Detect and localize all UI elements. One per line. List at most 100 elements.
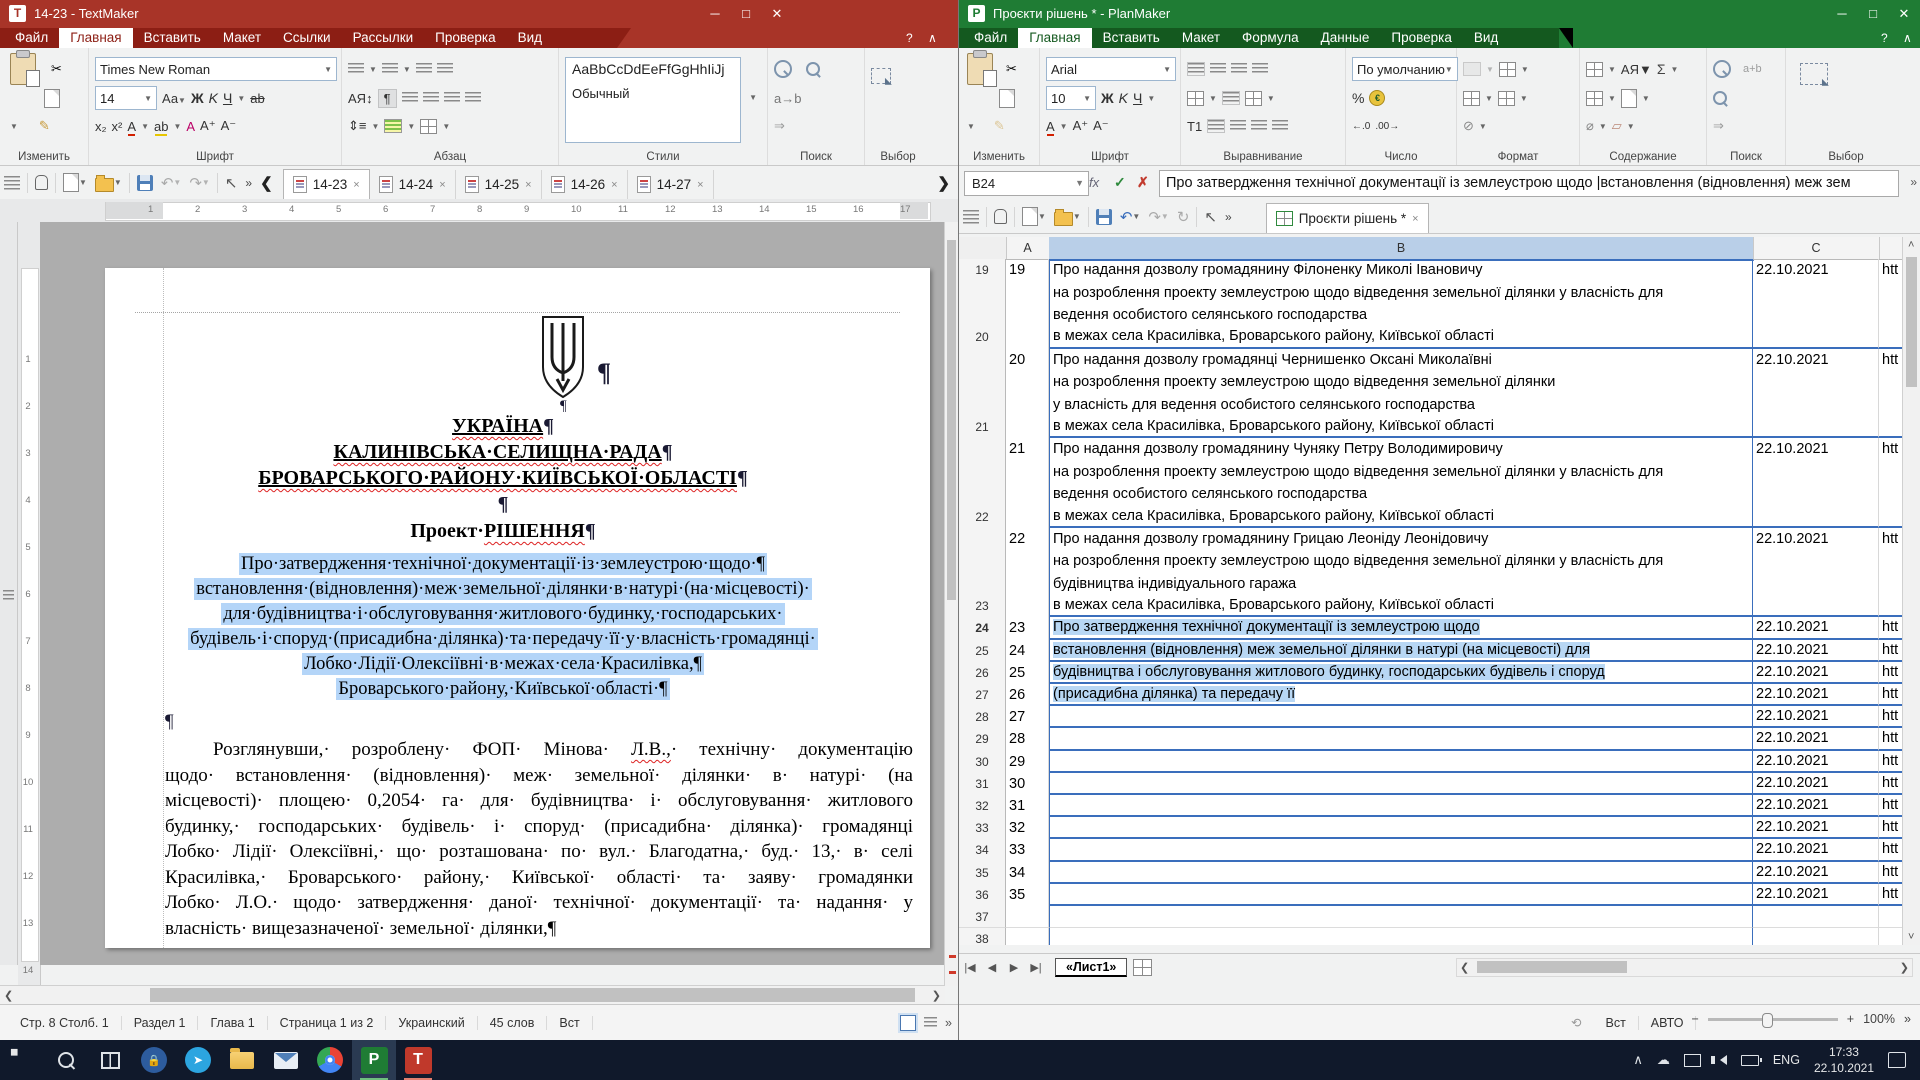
spreadsheet-grid[interactable]: A B C 1919Про надання дозволу громадянин… — [959, 237, 1903, 945]
menu-Файл[interactable]: Файл — [4, 28, 59, 48]
document-page[interactable]: ¶ ¶ УКРАЇНА¶КАЛИНІВСЬКА·СЕЛИЩНА·РАДА¶БРО… — [105, 268, 930, 948]
column-header-a[interactable]: A — [1006, 237, 1050, 259]
shading-dropdown[interactable]: ▼ — [407, 122, 415, 131]
sheet-row[interactable]: 2524встановлення (відновлення) меж земел… — [959, 640, 1903, 662]
selection-highlight[interactable]: встановлення·(відновлення)·меж·земельної… — [194, 578, 812, 600]
cell[interactable]: 22.10.2021 — [1753, 862, 1879, 884]
cell[interactable]: 32 — [1006, 817, 1049, 839]
cell[interactable] — [959, 371, 1006, 393]
scrollbar-thumb[interactable] — [947, 240, 956, 600]
cell[interactable]: htt — [1879, 884, 1903, 906]
paste-dropdown[interactable]: ▼ — [10, 122, 18, 131]
cell[interactable]: 22.10.2021 — [1753, 773, 1879, 795]
cell[interactable]: на розроблення проекту землеустрою щодо … — [1049, 550, 1753, 572]
save-icon[interactable] — [1096, 209, 1112, 225]
bold-button[interactable]: Ж — [1101, 90, 1114, 106]
currency-format-icon[interactable]: € — [1369, 90, 1385, 106]
selection-highlight[interactable]: будівель·і·споруд·(присадибна·ділянка)·т… — [188, 628, 818, 650]
fill-color-icon[interactable] — [1463, 62, 1481, 76]
sheet-row[interactable]: 1919Про надання дозволу громадянину Філо… — [959, 259, 1903, 281]
zoom-out-button[interactable]: − — [1691, 1012, 1698, 1026]
cell[interactable]: ведення особистого селянського господарс… — [1049, 483, 1753, 505]
conditional-formatting-icon[interactable]: ⊘ — [1463, 118, 1474, 134]
document-tab-14-26[interactable]: 14-26× — [542, 170, 628, 199]
zoom-slider[interactable] — [1708, 1018, 1838, 1021]
cell[interactable]: htt — [1879, 617, 1903, 639]
sort-icon[interactable]: АЯ↕ — [348, 91, 373, 106]
align-center-icon[interactable] — [423, 92, 439, 104]
menu-Вид[interactable]: Вид — [1463, 28, 1509, 48]
cell[interactable]: 22.10.2021 — [1753, 259, 1879, 281]
column-header-d[interactable] — [1879, 237, 1903, 259]
cell[interactable]: в межах села Красилівка, Броварського ра… — [1049, 505, 1753, 527]
sync-icon[interactable]: ⟲ — [1559, 1015, 1593, 1030]
cell[interactable]: htt — [1879, 728, 1903, 750]
show-formatting-marks-button[interactable]: ¶ — [378, 89, 397, 108]
cell[interactable]: 29 — [959, 728, 1006, 750]
sheet-row[interactable]: 2423Про затвердження технічної документа… — [959, 617, 1903, 639]
cell[interactable]: Про надання дозволу громадянину Філоненк… — [1049, 259, 1753, 281]
cell-reference-box[interactable]: B24▼ — [964, 171, 1089, 196]
help-icon[interactable]: ? — [1881, 28, 1888, 48]
delete-cells-icon[interactable] — [1586, 91, 1603, 106]
save-icon[interactable] — [137, 175, 153, 191]
font-color-button[interactable]: А — [1046, 119, 1055, 134]
draft-view-button[interactable] — [924, 1017, 937, 1028]
telegram-app[interactable]: ➤ — [176, 1040, 220, 1080]
cell[interactable] — [1049, 884, 1753, 906]
shrink-font-button[interactable]: А⁻ — [221, 118, 237, 134]
menu-Вид[interactable]: Вид — [507, 28, 553, 48]
menu-Главная[interactable]: Главная — [59, 28, 132, 48]
align-top-icon[interactable] — [1187, 62, 1205, 76]
clear-formatting-icon[interactable]: А — [186, 119, 195, 134]
scrollbar-thumb[interactable] — [150, 988, 915, 1002]
menu-Макет[interactable]: Макет — [212, 28, 272, 48]
sheet-row[interactable]: ведення особистого селянського господарс… — [959, 304, 1903, 326]
merge-cells-icon[interactable] — [1245, 91, 1262, 106]
cell[interactable] — [1879, 461, 1903, 483]
style-gallery-dropdown[interactable]: ▼ — [749, 93, 757, 102]
align-right-icon[interactable] — [1251, 120, 1267, 132]
numbered-list-icon[interactable] — [382, 63, 398, 75]
vertical-text-icon[interactable]: Т1 — [1187, 119, 1202, 134]
tab-scroll-right[interactable]: ❯ — [937, 174, 950, 192]
recalculate-icon[interactable]: ↻ — [1177, 208, 1190, 226]
menu-Рассылки[interactable]: Рассылки — [342, 28, 425, 48]
cell[interactable]: на розроблення проекту землеустрою щодо … — [1049, 461, 1753, 483]
style-gallery[interactable]: AaBbCcDdEeFfGgHhIiJj Обычный — [565, 57, 741, 143]
cell[interactable]: 25 — [959, 640, 1006, 662]
vertical-scrollbar[interactable] — [944, 222, 958, 986]
cell[interactable] — [1753, 304, 1879, 326]
cell[interactable]: 22 — [1006, 528, 1049, 550]
shrink-font-button[interactable]: А⁻ — [1093, 118, 1109, 134]
cell[interactable]: 25 — [1006, 662, 1049, 684]
underline-dropdown[interactable]: ▼ — [1147, 94, 1155, 103]
cell[interactable] — [1753, 416, 1879, 438]
menu-Проверка[interactable]: Проверка — [424, 28, 506, 48]
last-sheet-button[interactable]: ▶| — [1025, 961, 1047, 974]
cell[interactable] — [1006, 326, 1049, 348]
sheet-row[interactable]: 363522.10.2021htt — [959, 884, 1903, 906]
display-icon[interactable] — [1684, 1054, 1701, 1067]
next-sheet-button[interactable]: ▶ — [1003, 961, 1025, 974]
orientation-dropdown[interactable]: ▼ — [1209, 94, 1217, 103]
vertical-ruler[interactable]: 1234567891011121314 — [18, 222, 41, 985]
cell[interactable]: 33 — [1006, 839, 1049, 861]
cell[interactable] — [1006, 483, 1049, 505]
scroll-down-arrow[interactable]: ˅ — [1908, 931, 1914, 943]
cell[interactable] — [1879, 595, 1903, 617]
sheet-row[interactable]: 37 — [959, 906, 1903, 928]
cut-icon[interactable]: ✂ — [1006, 61, 1017, 77]
cell[interactable]: htt — [1879, 259, 1903, 281]
align-middle-icon[interactable] — [1210, 63, 1226, 75]
sheet-row[interactable]: у власність для ведення особистого селян… — [959, 393, 1903, 415]
cell[interactable] — [959, 393, 1006, 415]
search-icon[interactable] — [1713, 60, 1731, 78]
cell[interactable] — [1753, 281, 1879, 303]
font-color-dropdown[interactable]: ▼ — [1060, 122, 1068, 131]
document-area[interactable]: ¶ ¶ УКРАЇНА¶КАЛИНІВСЬКА·СЕЛИЩНА·РАДА¶БРО… — [40, 222, 945, 965]
format-painter-icon[interactable]: ✎ — [39, 118, 50, 134]
cell[interactable] — [1006, 505, 1049, 527]
cell[interactable]: 32 — [959, 795, 1006, 817]
minimize-button[interactable]: ─ — [1827, 0, 1857, 28]
